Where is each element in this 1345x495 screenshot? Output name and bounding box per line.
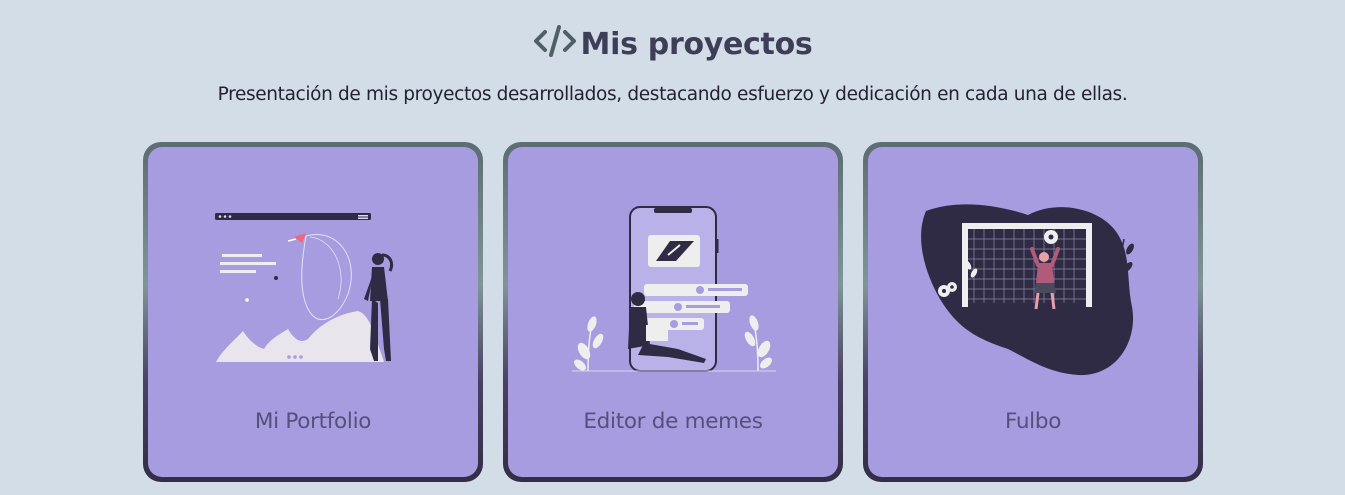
projects-section: Mis proyectos Presentación de mis proyec… — [0, 0, 1345, 495]
code-icon — [533, 25, 576, 57]
project-title: Editor de memes — [583, 409, 763, 434]
card-body: Editor de memes — [508, 147, 838, 477]
soccer-goal-illustration — [921, 204, 1134, 376]
project-card-portfolio[interactable]: Mi Portfolio — [143, 142, 483, 482]
project-title: Fulbo — [1004, 409, 1062, 434]
project-title: Mi Portfolio — [254, 409, 372, 434]
page-title: Mis proyectos — [580, 26, 813, 62]
project-card-fulbo[interactable]: Fulbo — [863, 142, 1203, 482]
card-body: Mi Portfolio — [148, 147, 478, 477]
card-body: Fulbo — [868, 147, 1198, 477]
page-subtitle: Presentación de mis proyectos desarrolla… — [217, 84, 1128, 105]
portfolio-illustration — [215, 213, 394, 362]
meme-editor-illustration — [572, 206, 776, 372]
section-heading: Mis proyectos — [0, 25, 1345, 62]
project-card-meme-editor[interactable]: Editor de memes — [503, 142, 843, 482]
